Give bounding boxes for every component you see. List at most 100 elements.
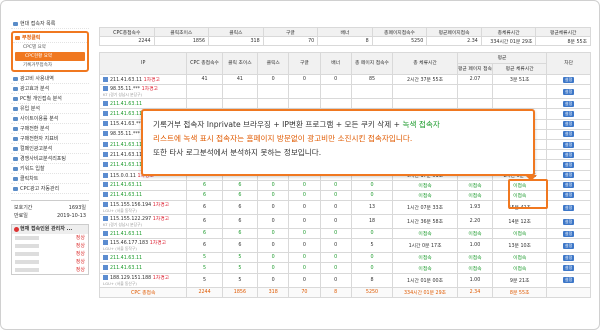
table-cell-tp <box>350 84 394 100</box>
detail-group-header: 평균 <box>456 52 548 64</box>
block-button[interactable]: 설정 <box>562 110 575 117</box>
ip-detail-icon[interactable] <box>103 121 108 127</box>
table-cell-ap: 1.00 <box>456 272 494 288</box>
detail-header[interactable]: 클릭 초이스 <box>221 52 259 75</box>
detail-header[interactable]: 배너 <box>319 52 352 75</box>
sidebar-item[interactable]: 컬페인광고분석 <box>11 144 89 154</box>
isp-location: KT (경기 성남시 분당구) <box>103 92 143 98</box>
sidebar-item[interactable]: 유입 분석 <box>11 104 89 114</box>
block-button[interactable]: 설정 <box>562 151 575 158</box>
table-cell-cs: 0 <box>257 252 290 264</box>
sidebar-item-live-visitors[interactable]: 현대 접속자 목록 <box>11 19 89 29</box>
block-cell: 설정 <box>546 128 591 140</box>
ip-cell[interactable]: 211.41.63.11 1차경고 <box>98 73 188 86</box>
table-cell-gg: 0 <box>288 272 321 288</box>
block-button[interactable]: 설정 <box>562 121 575 128</box>
block-button[interactable]: 설정 <box>562 100 575 107</box>
block-button[interactable]: 설정 <box>562 204 575 211</box>
sidebar-item[interactable]: 구매전환자 지표비 <box>11 134 89 144</box>
block-button[interactable]: 설정 <box>562 76 575 83</box>
ip-detail-icon[interactable] <box>103 182 108 188</box>
ip-cell[interactable]: 98.35.11.*** 1차경고 KT (경기 성남시 분당구) <box>98 84 188 100</box>
sidebar-item[interactable]: CPC광고 자동관리 <box>11 184 89 194</box>
ip-detail-icon[interactable] <box>103 110 108 116</box>
detail-header[interactable]: 평균 페이지 접속 <box>456 63 494 75</box>
table-cell-cs: 0 <box>257 73 290 86</box>
sidebar-item[interactable]: 경쟁사비교분석리포팅 <box>11 154 89 164</box>
sidebar-item[interactable]: 광고비 사용내역 <box>11 74 89 84</box>
sidebar-item[interactable]: 키워드 입찰 <box>11 164 89 174</box>
sidebar-item[interactable]: 구매전환 분석 <box>11 124 89 134</box>
screenshot-frame: 현대 접속자 목록 부정클릭 CPC별 요약 CPC현황 요약 기록거부접속자 … <box>0 0 600 330</box>
ip-detail-icon[interactable] <box>103 131 108 137</box>
sidebar-item[interactable]: PC별 개인접속 분석 <box>11 94 89 104</box>
ip-detail-icon[interactable] <box>103 86 108 92</box>
detail-header[interactable]: 구글 <box>288 52 321 75</box>
table-cell-at <box>492 98 548 110</box>
detail-header[interactable]: 총 체류시간 <box>392 52 458 75</box>
block-button[interactable]: 설정 <box>562 88 575 95</box>
detail-header[interactable]: CPC 총접속수 <box>186 52 223 75</box>
table-cell-tp: 8 <box>350 272 394 288</box>
ip-cell[interactable]: 211.41.63.11 <box>98 252 188 264</box>
ip-detail-icon[interactable] <box>103 172 108 178</box>
table-cell-tp <box>350 98 394 110</box>
block-button[interactable]: 설정 <box>562 218 575 225</box>
ip-cell[interactable]: 211.41.63.11 <box>98 262 188 274</box>
block-button[interactable]: 설정 <box>562 254 575 261</box>
ip-detail-icon[interactable] <box>103 254 108 260</box>
ip-cell[interactable]: 211.41.63.11 <box>98 179 188 191</box>
block-cell: 설정 <box>546 159 591 171</box>
ip-detail-icon[interactable] <box>103 141 108 147</box>
block-button[interactable]: 설정 <box>562 182 575 189</box>
ip-detail-icon[interactable] <box>103 202 108 208</box>
table-cell-bn: 0 <box>319 238 352 254</box>
block-button[interactable]: 설정 <box>562 265 575 272</box>
sidebar-item-fraud-click[interactable]: 부정클릭 <box>13 33 87 43</box>
ip-detail-icon[interactable] <box>103 77 108 83</box>
ip-cell[interactable]: 188.129.151.188 1차경고 LGU+ (서울 동산구) <box>98 272 188 288</box>
ip-detail-icon[interactable] <box>103 151 108 157</box>
block-button[interactable]: 설정 <box>562 172 575 179</box>
table-cell-ap: 이접속 <box>456 228 494 240</box>
ip-cell[interactable]: 211.41.63.11 <box>98 228 188 240</box>
sidebar-sub-cpc-summary[interactable]: CPC별 요약 <box>13 43 87 52</box>
block-cell: 설정 <box>546 179 591 191</box>
detail-header[interactable]: 평균 체류시간 <box>492 63 548 75</box>
ip-detail-icon[interactable] <box>103 100 108 106</box>
ip-cell[interactable]: 115.155.122.297 1차경고 KT (경기 성남시 분당구) <box>98 214 188 230</box>
sidebar-sub-cpc-status[interactable]: CPC현황 요약 <box>15 52 85 61</box>
total-cell-at: 8분 55초 <box>492 286 548 298</box>
ip-cell[interactable]: 211.41.63.11 <box>98 98 188 110</box>
menu-icon <box>13 177 18 181</box>
block-button[interactable]: 설정 <box>562 161 575 168</box>
warning-badge: 1차경고 <box>152 203 170 209</box>
block-button[interactable]: 설정 <box>562 242 575 249</box>
ip-cell[interactable]: 115.46.177.183 1차경고 LGU+ (서울 동작구) <box>98 238 188 254</box>
sidebar-sub-blocked-visitors[interactable]: 기록거부접속자 <box>13 61 87 70</box>
ip-detail-icon[interactable] <box>103 161 108 167</box>
ip-detail-icon[interactable] <box>103 240 108 246</box>
detail-header[interactable]: IP <box>98 52 188 75</box>
ip-detail-icon[interactable] <box>103 230 108 236</box>
block-button[interactable]: 설정 <box>562 192 575 199</box>
ip-detail-icon[interactable] <box>103 274 108 280</box>
info-row-period: 보호기간 1693일 <box>14 205 86 211</box>
block-cell: 설정 <box>546 108 591 120</box>
ip-cell[interactable]: 211.41.63.11 <box>98 189 188 202</box>
sidebar-item[interactable]: 광고효과 분석 <box>11 84 89 94</box>
ip-detail-icon[interactable] <box>103 192 108 198</box>
ip-cell[interactable]: 115.155.156.194 1차경고 LGU+ (서울 동작구) <box>98 200 188 216</box>
block-button[interactable]: 설정 <box>562 230 575 237</box>
table-cell-tp: 0 <box>350 189 394 202</box>
detail-header[interactable]: 총 페이지 접속수 <box>350 52 394 75</box>
ip-detail-icon[interactable] <box>103 216 108 222</box>
sidebar-item[interactable]: 클릭차트 <box>11 174 89 184</box>
block-button[interactable]: 설정 <box>562 131 575 138</box>
admin-panel-row: 정상 <box>12 250 88 258</box>
block-button[interactable]: 설정 <box>562 277 575 284</box>
block-button[interactable]: 설정 <box>562 141 575 148</box>
ip-detail-icon[interactable] <box>103 265 108 271</box>
detail-header[interactable]: 클릭스 <box>257 52 290 75</box>
sidebar-item[interactable]: 사이트이용률 분석 <box>11 114 89 124</box>
